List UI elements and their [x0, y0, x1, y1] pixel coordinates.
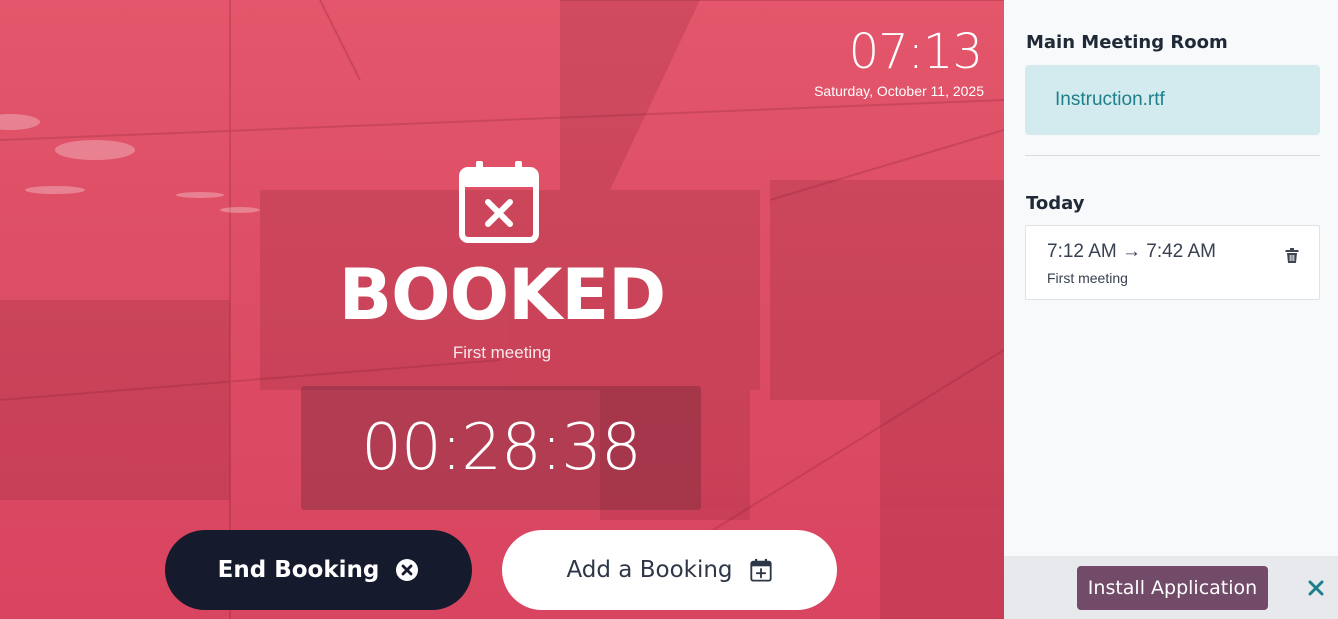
countdown-timer: 00:28:38 — [301, 386, 701, 510]
booked-panel: 07:13 Saturday, October 11, 2025 BOOKED … — [0, 0, 1004, 619]
end-booking-label: End Booking — [217, 557, 380, 583]
calendar-x-icon — [459, 161, 539, 243]
clock-time: 07:13 — [848, 24, 983, 80]
install-application-button[interactable]: Install Application — [1077, 566, 1268, 610]
attachment-box: Instruction.rtf — [1025, 65, 1320, 135]
add-booking-button[interactable]: Add a Booking — [502, 530, 837, 610]
event-card[interactable]: 7:12 AM → 7:42 AM First meeting — [1025, 225, 1320, 300]
calendar-plus-icon — [749, 558, 772, 582]
end-booking-button[interactable]: End Booking — [165, 530, 472, 610]
today-heading: Today — [1026, 193, 1085, 214]
countdown-value: 00:28:38 — [361, 411, 641, 485]
divider — [1025, 155, 1320, 156]
room-name: Main Meeting Room — [1026, 32, 1228, 53]
event-time-range: 7:12 AM → 7:42 AM — [1047, 241, 1216, 262]
event-name: First meeting — [1047, 270, 1128, 286]
attachment-link[interactable]: Instruction.rtf — [1055, 89, 1165, 111]
room-sidebar: Main Meeting Room Instruction.rtf Today … — [1004, 0, 1338, 619]
status-title: BOOKED — [338, 254, 667, 336]
current-meeting-name: First meeting — [452, 343, 552, 362]
install-app-bar: Install Application — [1004, 556, 1338, 619]
close-icon[interactable] — [1308, 580, 1324, 596]
add-booking-label: Add a Booking — [566, 557, 733, 583]
clock-date: Saturday, October 11, 2025 — [814, 83, 984, 99]
circle-x-icon — [396, 559, 419, 581]
trash-icon[interactable] — [1285, 248, 1299, 263]
